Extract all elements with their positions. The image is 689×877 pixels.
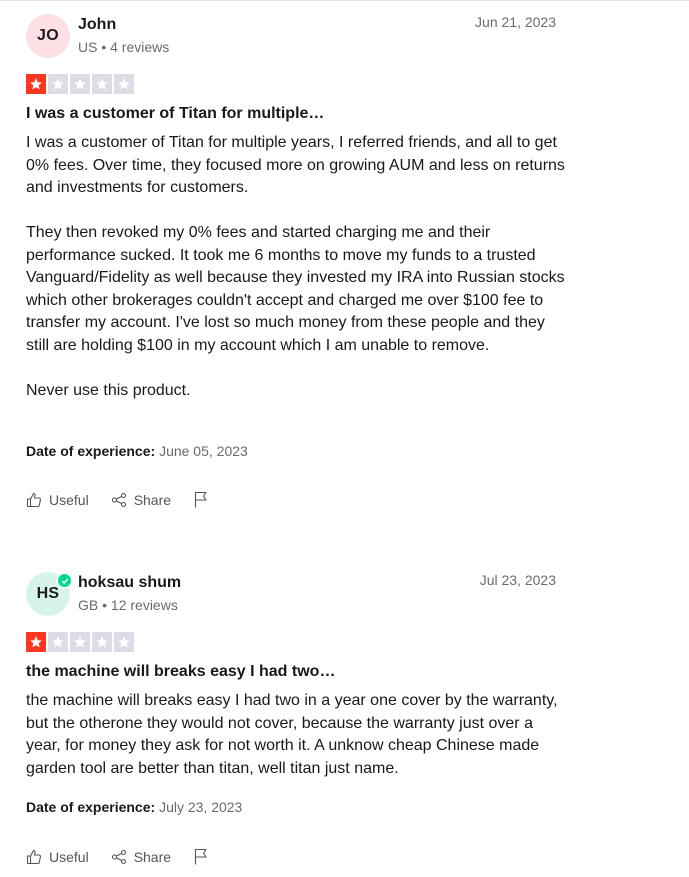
star-icon <box>26 74 46 94</box>
review-paragraph: Never use this product. <box>26 381 191 399</box>
date-of-experience: Date of experience: July 23, 2023 <box>26 799 242 815</box>
useful-label: Useful <box>49 491 89 508</box>
star-rating <box>26 632 134 652</box>
star-icon <box>26 632 46 652</box>
report-button[interactable] <box>193 848 209 865</box>
star-icon <box>114 632 134 652</box>
flag-icon <box>194 848 207 865</box>
review-date: Jul 23, 2023 <box>479 572 556 588</box>
star-icon <box>70 74 90 94</box>
reviewer-name[interactable]: John <box>78 16 116 34</box>
share-button[interactable]: Share <box>111 492 171 508</box>
review-body: the machine will breaks easy I had two i… <box>26 690 566 780</box>
star-icon <box>114 74 134 94</box>
star-icon <box>92 632 112 652</box>
share-icon <box>111 849 126 864</box>
star-icon <box>70 632 90 652</box>
review-card: JO John US • 4 reviews Jun 21, 2023 I wa… <box>26 14 565 519</box>
review-date: Jun 21, 2023 <box>475 14 556 30</box>
review-title[interactable]: I was a customer of Titan for multiple… <box>26 105 324 123</box>
reviewer-meta: GB • 12 reviews <box>78 597 178 613</box>
date-of-experience: Date of experience: June 05, 2023 <box>26 443 248 459</box>
useful-button[interactable]: Useful <box>26 849 89 865</box>
thumbs-up-icon <box>26 492 41 507</box>
flag-icon <box>194 491 207 508</box>
star-icon <box>48 74 68 94</box>
thumbs-up-icon <box>26 849 41 864</box>
reviewer-meta: US • 4 reviews <box>78 39 170 55</box>
useful-label: Useful <box>49 848 89 865</box>
star-icon <box>48 632 68 652</box>
review-paragraph: They then revoked my 0% fees and started… <box>26 224 565 354</box>
date-of-experience-value: June 05, 2023 <box>159 443 248 459</box>
review-actions: Useful Share <box>26 848 231 865</box>
review-title[interactable]: the machine will breaks easy I had two… <box>26 663 335 681</box>
review-body: I was a customer of Titan for multiple y… <box>26 132 566 402</box>
share-icon <box>111 492 126 507</box>
star-icon <box>92 74 112 94</box>
reviewer-name[interactable]: hoksau shum <box>78 574 181 592</box>
report-button[interactable] <box>193 491 209 508</box>
verified-check-icon <box>56 572 73 589</box>
review-paragraph: I was a customer of Titan for multiple y… <box>26 134 565 196</box>
useful-button[interactable]: Useful <box>26 492 89 508</box>
date-of-experience-label: Date of experience: <box>26 799 156 815</box>
star-rating <box>26 74 134 94</box>
top-divider <box>0 0 689 1</box>
share-label: Share <box>133 491 172 508</box>
date-of-experience-value: July 23, 2023 <box>159 799 243 815</box>
share-label: Share <box>133 848 172 865</box>
share-button[interactable]: Share <box>111 849 171 865</box>
date-of-experience-label: Date of experience: <box>26 443 156 459</box>
review-actions: Useful Share <box>26 491 231 508</box>
avatar[interactable]: JO <box>26 14 70 58</box>
review-paragraph: the machine will breaks easy I had two i… <box>26 692 558 777</box>
review-card: HS hoksau shum GB • 12 reviews Jul 23, 2… <box>26 572 558 872</box>
